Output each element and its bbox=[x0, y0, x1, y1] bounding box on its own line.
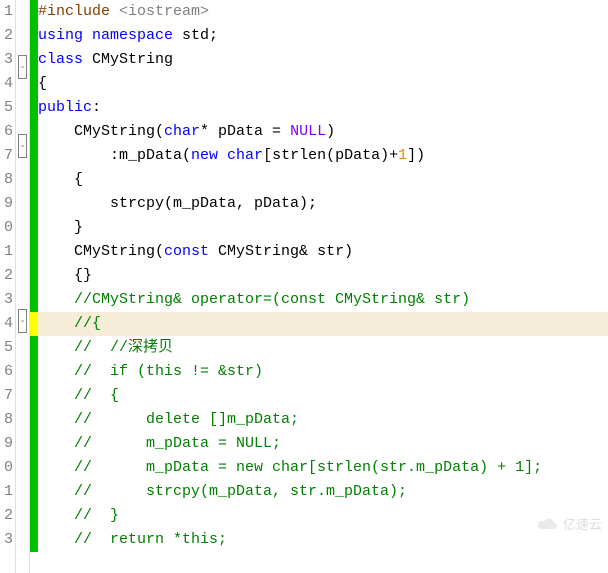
line-number: 5 bbox=[0, 96, 13, 120]
code-line: //CMyString& operator=(const CMyString& … bbox=[38, 288, 608, 312]
line-number: 2 bbox=[0, 24, 13, 48]
code-line: // return *this; bbox=[38, 528, 608, 552]
code-line: // m_pData = new char[strlen(str.m_pData… bbox=[38, 456, 608, 480]
line-number: 0 bbox=[0, 216, 13, 240]
line-number: 1 bbox=[0, 240, 13, 264]
fold-toggle[interactable]: - bbox=[18, 55, 27, 79]
line-number: 8 bbox=[0, 168, 13, 192]
code-line-current: //{ bbox=[38, 312, 608, 336]
line-number: 3 bbox=[0, 528, 13, 552]
code-line: // if (this != &str) bbox=[38, 360, 608, 384]
code-line: // { bbox=[38, 384, 608, 408]
code-line: class CMyString bbox=[38, 48, 608, 72]
line-number: 6 bbox=[0, 360, 13, 384]
line-number: 5 bbox=[0, 336, 13, 360]
line-number: 4 bbox=[0, 72, 13, 96]
code-line: :m_pData(new char[strlen(pData)+1]) bbox=[38, 144, 608, 168]
line-number: 2 bbox=[0, 264, 13, 288]
fold-toggle[interactable]: - bbox=[18, 309, 27, 333]
code-line: // //深拷贝 bbox=[38, 336, 608, 360]
line-number-gutter: 1 2 3 4 5 6 7 8 9 0 1 2 3 4 5 6 7 8 9 0 … bbox=[0, 0, 16, 573]
code-line: { bbox=[38, 168, 608, 192]
code-line: } bbox=[38, 216, 608, 240]
code-line: // delete []m_pData; bbox=[38, 408, 608, 432]
code-area[interactable]: #include <iostream> using namespace std;… bbox=[38, 0, 608, 552]
line-number: 8 bbox=[0, 408, 13, 432]
code-line: { bbox=[38, 72, 608, 96]
fold-toggle[interactable]: - bbox=[18, 134, 27, 158]
code-line: // strcpy(m_pData, str.m_pData); bbox=[38, 480, 608, 504]
code-line: CMyString(char* pData = NULL) bbox=[38, 120, 608, 144]
line-number: 7 bbox=[0, 384, 13, 408]
code-line: public: bbox=[38, 96, 608, 120]
line-number: 1 bbox=[0, 0, 13, 24]
watermark-text: 亿速云 bbox=[563, 514, 602, 533]
code-line: // m_pData = NULL; bbox=[38, 432, 608, 456]
fold-gutter: - - - bbox=[16, 0, 30, 573]
line-number: 7 bbox=[0, 144, 13, 168]
cloud-icon bbox=[537, 516, 559, 532]
code-line: // } bbox=[38, 504, 608, 528]
line-number: 3 bbox=[0, 48, 13, 72]
line-number: 9 bbox=[0, 432, 13, 456]
code-line: #include <iostream> bbox=[38, 0, 608, 24]
line-number: 0 bbox=[0, 456, 13, 480]
code-line: using namespace std; bbox=[38, 24, 608, 48]
line-number: 9 bbox=[0, 192, 13, 216]
code-line: CMyString(const CMyString& str) bbox=[38, 240, 608, 264]
line-number: 6 bbox=[0, 120, 13, 144]
code-editor: 1 2 3 4 5 6 7 8 9 0 1 2 3 4 5 6 7 8 9 0 … bbox=[0, 0, 608, 573]
line-number: 1 bbox=[0, 480, 13, 504]
change-marks-gutter bbox=[30, 0, 38, 573]
line-number: 3 bbox=[0, 288, 13, 312]
line-number: 2 bbox=[0, 504, 13, 528]
line-number: 4 bbox=[0, 312, 13, 336]
code-line: strcpy(m_pData, pData); bbox=[38, 192, 608, 216]
watermark: 亿速云 bbox=[537, 514, 602, 533]
code-line: {} bbox=[38, 264, 608, 288]
